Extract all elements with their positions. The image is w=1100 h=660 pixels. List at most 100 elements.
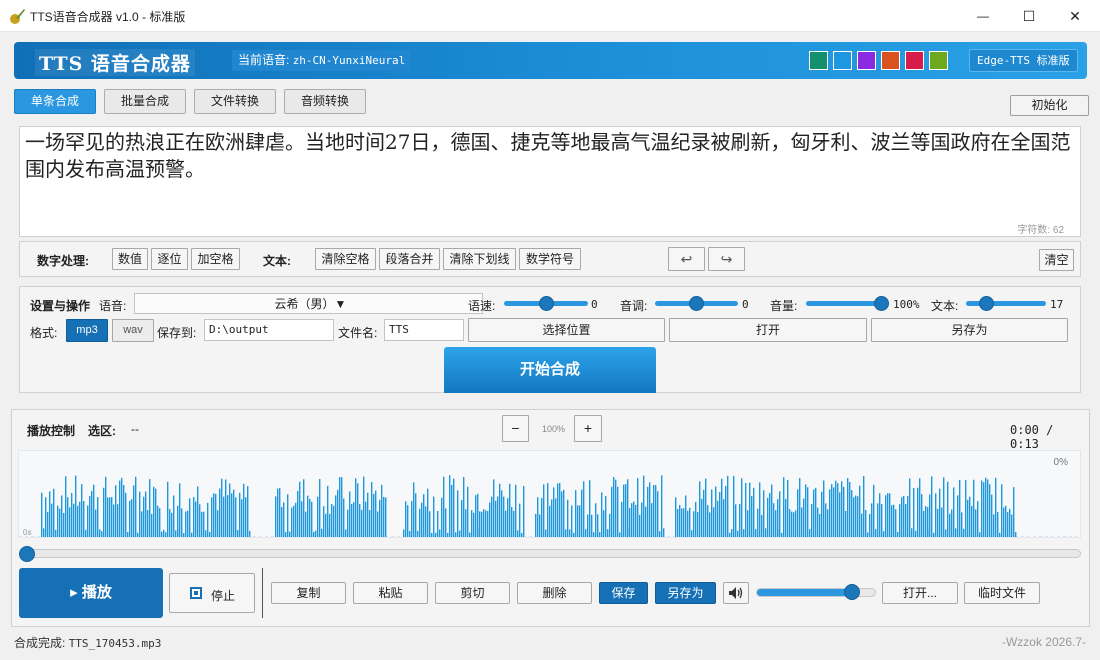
theme-swatch[interactable] (881, 51, 900, 70)
app-icon (10, 9, 25, 24)
temp-file-button[interactable]: 临时文件 (964, 582, 1040, 604)
number-digit-button[interactable]: 逐位 (151, 248, 188, 270)
speaker-button[interactable] (723, 582, 749, 604)
theme-swatch[interactable] (809, 51, 828, 70)
maximize-button[interactable]: ☐ (1006, 0, 1052, 32)
math-symbols-button[interactable]: 数学符号 (519, 248, 581, 270)
current-voice-label: 当前语音: (238, 53, 290, 67)
number-processing-label: 数字处理: (37, 254, 89, 268)
settings-title: 设置与操作 (30, 299, 91, 313)
filename-label: 文件名: (338, 326, 378, 340)
window-titlebar: TTS语音合成器 v1.0 - 标准版 — ☐ ✕ (0, 0, 1100, 32)
pitch-slider-thumb[interactable] (689, 296, 704, 311)
char-count: 字符数: 62 (1017, 225, 1064, 236)
author-credit: -Wzzok 2026.7- (1001, 635, 1086, 649)
zoom-out-button[interactable]: − (502, 415, 529, 442)
theme-swatch[interactable] (905, 51, 924, 70)
maximize-icon: ☐ (1022, 7, 1036, 24)
merge-paragraphs-button[interactable]: 段落合并 (379, 248, 440, 270)
format-mp3-button[interactable]: mp3 (66, 319, 108, 342)
playback-progress-bar[interactable] (20, 549, 1081, 558)
waveform (19, 475, 1080, 537)
filename-input[interactable]: TTS (384, 319, 464, 341)
waveform-display[interactable]: 0% 0s (18, 450, 1081, 538)
theme-swatch[interactable] (929, 51, 948, 70)
zoom-in-button[interactable]: + (574, 415, 602, 442)
app-title: TTS 语音合成器 (35, 49, 195, 76)
number-value-button[interactable]: 数值 (112, 248, 148, 270)
undo-button[interactable]: ↩ (668, 247, 705, 271)
playback-progress-thumb[interactable] (19, 546, 35, 562)
tab-batch-synthesis[interactable]: 批量合成 (104, 89, 186, 114)
text-size-slider[interactable] (966, 301, 1046, 306)
zoom-in-icon: + (583, 420, 593, 436)
playback-title: 播放控制 (27, 424, 76, 438)
header-banner: TTS 语音合成器 当前语音: zh-CN-YunxiNeural Edge-T… (14, 42, 1087, 79)
volume-slider-thumb[interactable] (874, 296, 889, 311)
save-path-input[interactable]: D:\output (204, 319, 334, 341)
text-size-slider-thumb[interactable] (979, 296, 994, 311)
cut-button[interactable]: 剪切 (435, 582, 510, 604)
zoom-level: 100% (542, 424, 566, 434)
voice-select-label: 语音: (99, 299, 127, 313)
minimize-button[interactable]: — (960, 0, 1006, 32)
text-input-area[interactable]: 一场罕见的热浪正在欧洲肆虐。当地时间27日，德国、捷克等地最高气温纪录被刷新，匈… (19, 126, 1081, 237)
voice-select[interactable]: 云希（男）▼ (134, 293, 483, 314)
pitch-label: 音调: (620, 299, 648, 313)
text-input-content[interactable]: 一场罕见的热浪正在欧洲肆虐。当地时间27日，德国、捷克等地最高气温纪录被刷新，匈… (25, 129, 1075, 183)
save-audio-button[interactable]: 保存 (599, 582, 648, 604)
volume-label: 音量: (770, 299, 798, 313)
tab-audio-conversion[interactable]: 音频转换 (284, 89, 366, 114)
paste-button[interactable]: 粘贴 (353, 582, 428, 604)
window-title: TTS语音合成器 v1.0 - 标准版 (30, 10, 186, 24)
format-label: 格式: (30, 326, 58, 340)
open-folder-button[interactable]: 打开 (669, 318, 867, 342)
playback-time: 0:00 / 0:13 (1010, 423, 1054, 451)
current-voice-value: zh-CN-YunxiNeural (292, 54, 406, 67)
clear-button[interactable]: 清空 (1039, 249, 1074, 271)
edition-badge: Edge-TTS 标准版 (969, 49, 1078, 72)
save-to-label: 保存到: (157, 326, 197, 340)
play-button[interactable]: ▸ 播放 (19, 568, 163, 618)
pitch-value: 0 (742, 298, 749, 311)
toolbar-divider (262, 568, 263, 618)
number-add-space-button[interactable]: 加空格 (191, 248, 240, 270)
choose-location-button[interactable]: 选择位置 (468, 318, 665, 342)
current-voice-display: 当前语音: zh-CN-YunxiNeural (232, 50, 412, 71)
save-as-audio-button[interactable]: 另存为 (655, 582, 716, 604)
open-audio-button[interactable]: 打开... (882, 582, 958, 604)
text-processing-toolbar: 数字处理: 数值 逐位 加空格 文本: 清除空格 段落合并 清除下划线 数学符号… (19, 241, 1081, 277)
copy-button[interactable]: 复制 (271, 582, 346, 604)
zoom-out-icon: − (511, 420, 520, 436)
redo-button[interactable]: ↪ (708, 247, 745, 271)
close-icon: ✕ (1069, 7, 1081, 24)
text-size-label: 文本: (931, 299, 959, 313)
status-filename: TTS_170453.mp3 (68, 637, 162, 650)
selection-value: -- (131, 422, 139, 436)
delete-button[interactable]: 删除 (517, 582, 592, 604)
undo-icon: ↩ (680, 251, 693, 267)
theme-swatch[interactable] (833, 51, 852, 70)
stop-label: 停止 (211, 589, 236, 603)
stop-icon (190, 587, 202, 599)
redo-icon: ↪ (720, 251, 733, 267)
minimize-icon: — (977, 9, 989, 23)
speed-label: 语速: (468, 299, 496, 313)
waveform-percent: 0% (1053, 457, 1068, 468)
time-axis-start: 0s (23, 528, 32, 537)
stop-button[interactable]: 停止 (169, 573, 255, 613)
save-as-settings-button[interactable]: 另存为 (871, 318, 1068, 342)
speed-slider-thumb[interactable] (538, 296, 554, 311)
tab-single-synthesis[interactable]: 单条合成 (14, 89, 96, 114)
initialize-button[interactable]: 初始化 (1010, 95, 1089, 116)
remove-spaces-button[interactable]: 清除空格 (315, 248, 376, 270)
speaker-icon (729, 587, 743, 599)
tab-file-conversion[interactable]: 文件转换 (194, 89, 276, 114)
close-button[interactable]: ✕ (1052, 0, 1098, 32)
start-synthesis-button[interactable]: 开始合成 (444, 347, 656, 393)
status-label: 合成完成: (14, 636, 66, 650)
format-wav-button[interactable]: wav (112, 319, 154, 342)
selection-label: 选区: (88, 424, 116, 438)
theme-swatch[interactable] (857, 51, 876, 70)
remove-underscore-button[interactable]: 清除下划线 (443, 248, 516, 270)
